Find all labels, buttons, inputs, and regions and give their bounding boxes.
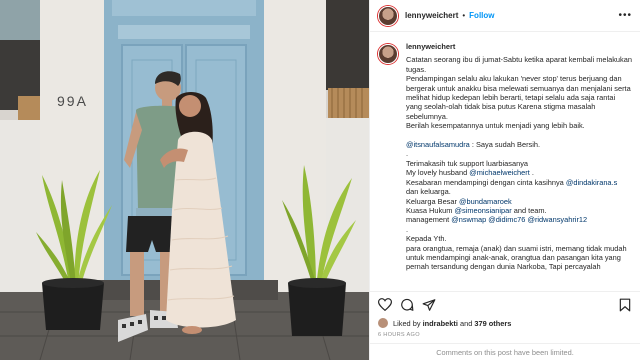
caption-text-fragment: Kuasa Hukum xyxy=(406,205,455,215)
likes-prefix: Liked by xyxy=(393,318,421,328)
follow-button[interactable]: Follow xyxy=(469,11,494,20)
comment-icon[interactable] xyxy=(400,298,414,312)
mention-link[interactable]: @bundamaroek xyxy=(459,197,512,206)
caption-line: Kuasa Hukum @simeonsianipar and team. xyxy=(406,206,632,215)
caption-line: management @nswmap @didimc76 @ridwansyah… xyxy=(406,215,632,224)
bookmark-icon[interactable] xyxy=(618,298,632,312)
caption-area: lennyweichert Catatan seorang ibu di jum… xyxy=(370,32,640,291)
house-number: 99A xyxy=(57,93,88,109)
caption-text-fragment: and team. xyxy=(511,205,547,215)
heart-icon[interactable] xyxy=(378,298,392,312)
action-bar xyxy=(370,291,640,317)
caption-line: . xyxy=(406,149,409,159)
caption-text-fragment: Keluarga Besar xyxy=(406,196,459,206)
likes-summary: Liked by indrabekti and 379 others xyxy=(370,317,640,329)
instagram-post-view: 99A lennyweichert • Follow ••• lennyweic… xyxy=(0,0,640,360)
mention-link[interactable]: @ridwansyahrir12 xyxy=(527,215,587,224)
mention-link[interactable]: @simeonsianipar xyxy=(454,206,511,215)
caption-line: @itsnaufalsamudra : Saya sudah Bersih. xyxy=(406,140,632,149)
caption-avatar[interactable] xyxy=(378,44,398,64)
caption-username[interactable]: lennyweichert xyxy=(406,42,632,51)
likes-others-link[interactable]: 379 others xyxy=(474,319,511,328)
caption-line: . xyxy=(406,224,409,234)
caption-line xyxy=(406,131,632,140)
caption-text-fragment: . xyxy=(529,168,534,178)
caption-line: para orangtua, remaja (anak) dan suami i… xyxy=(406,243,627,272)
mention-link[interactable]: @nswmap xyxy=(451,215,486,224)
caption-line: Pendampingan selalu aku lakukan 'never s… xyxy=(406,74,631,121)
post-side-panel: lennyweichert • Follow ••• lennyweichert… xyxy=(369,0,640,360)
caption-line: Berilah kesempatannya untuk menjadi yang… xyxy=(406,121,585,131)
liker-avatar[interactable] xyxy=(378,318,388,328)
mention-link[interactable]: @itsnaufalsamudra xyxy=(406,140,470,149)
avatar[interactable] xyxy=(378,5,398,26)
caption-text-fragment: Kesabaran mendampingi dengan cinta kasih… xyxy=(406,177,566,187)
caption-text-fragment: My lovely husband xyxy=(406,168,470,178)
caption-line: Kesabaran mendampingi dengan cinta kasih… xyxy=(406,178,632,187)
mention-link[interactable]: @michaelweichert xyxy=(469,168,530,177)
caption-line: Kepada Yth. xyxy=(406,234,447,244)
caption-line: Terimakasih tuk support luarbiasanya xyxy=(406,158,529,168)
post-header: lennyweichert • Follow ••• xyxy=(370,0,640,32)
caption-line: dan keluarga. xyxy=(406,187,451,197)
post-photo[interactable]: 99A xyxy=(0,0,369,360)
more-icon[interactable]: ••• xyxy=(618,10,632,21)
caption-line: Keluarga Besar @bundamaroek xyxy=(406,197,632,206)
share-icon[interactable] xyxy=(422,298,436,312)
mention-link[interactable]: @didimc76 xyxy=(488,215,525,224)
post-timestamp[interactable]: 6 HOURS AGO xyxy=(370,329,640,343)
likes-middle: and xyxy=(459,318,473,328)
liker-username[interactable]: indrabekti xyxy=(423,319,458,328)
caption-text: lennyweichert Catatan seorang ibu di jum… xyxy=(406,42,632,287)
header-username[interactable]: lennyweichert xyxy=(405,11,458,20)
caption-line: My lovely husband @michaelweichert . xyxy=(406,168,632,177)
caption-text-fragment: : Saya sudah Bersih. xyxy=(469,140,541,150)
caption-text-fragment: management xyxy=(406,215,452,225)
caption-line: Catatan seorang ibu di jumat-Sabtu ketik… xyxy=(406,55,632,74)
photo-illustration: 99A xyxy=(0,0,369,360)
mention-link[interactable]: @dindakirana.s xyxy=(566,178,617,187)
separator-dot: • xyxy=(462,11,466,20)
comments-limited-notice: Comments on this post have been limited. xyxy=(370,343,640,360)
